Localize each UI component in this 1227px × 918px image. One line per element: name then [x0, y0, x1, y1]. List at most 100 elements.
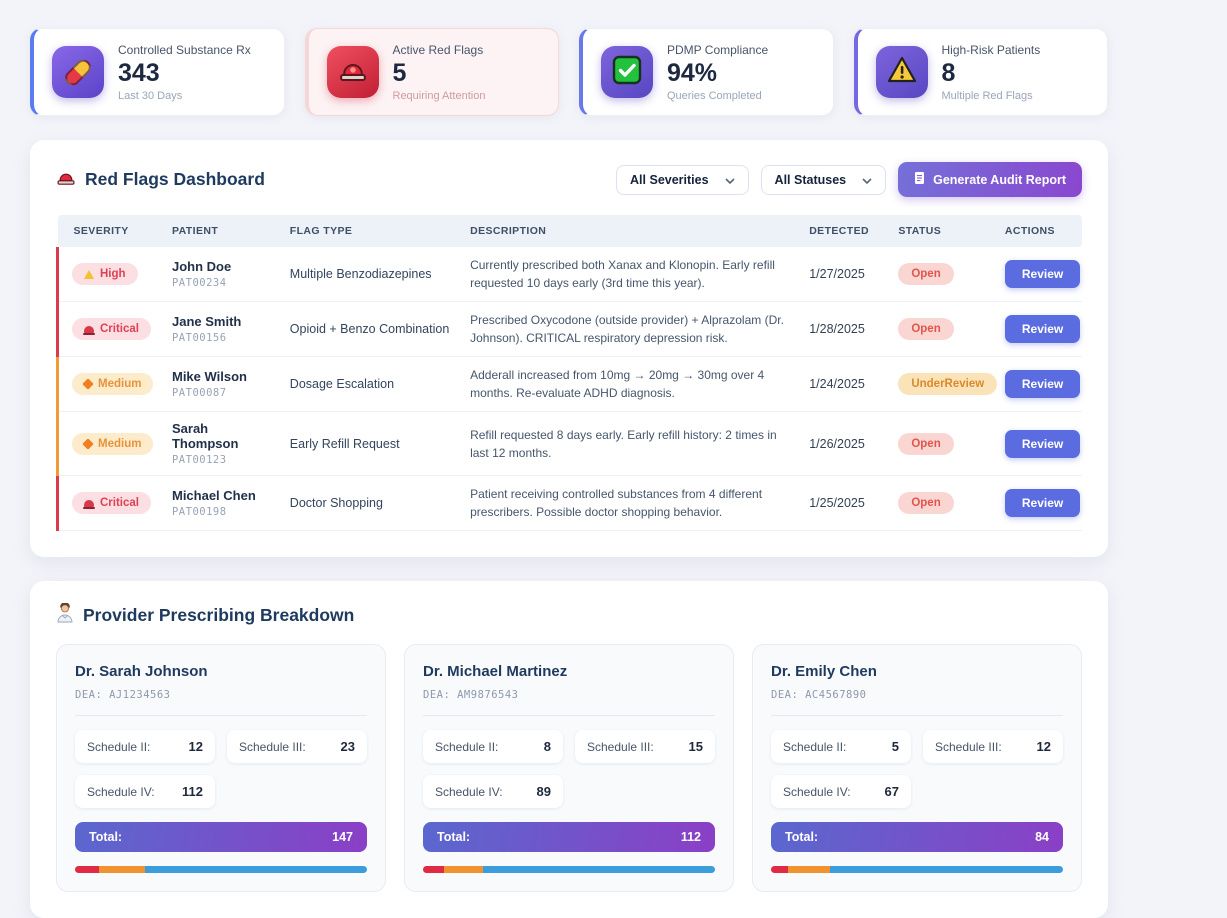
review-button[interactable]: Review — [1005, 489, 1080, 517]
schedule-ii-label: Schedule II: — [87, 740, 150, 754]
detected-date: 1/24/2025 — [799, 357, 888, 412]
patient-name: John Doe — [172, 259, 270, 274]
severity-icon — [84, 270, 94, 279]
provider-breakdown-panel: Provider Prescribing Breakdown Dr. Sarah… — [30, 581, 1108, 918]
schedule-iii-value: 12 — [1037, 739, 1051, 754]
patient-id: PAT00156 — [172, 332, 270, 344]
detected-date: 1/26/2025 — [799, 412, 888, 476]
schedule-iv-chip: Schedule IV: 89 — [423, 775, 563, 808]
review-button[interactable]: Review — [1005, 430, 1080, 458]
flag-type: Dosage Escalation — [280, 357, 460, 412]
severity-badge: Medium — [72, 373, 153, 395]
schedule-ii-label: Schedule II: — [783, 740, 846, 754]
schedule-iii-label: Schedule III: — [587, 740, 654, 754]
schedule-ii-chip: Schedule II:8 — [423, 730, 563, 763]
severity-icon — [84, 326, 94, 333]
total-label: Total: — [89, 830, 122, 844]
check-icon — [612, 55, 642, 90]
provider-cards-grid: Dr. Sarah Johnson DEA: AJ1234563 Schedul… — [56, 644, 1082, 892]
total-value: 84 — [1035, 830, 1049, 844]
total-label: Total: — [437, 830, 470, 844]
column-header-status: STATUS — [888, 215, 995, 247]
patient-id: PAT00198 — [172, 506, 270, 518]
detected-date: 1/28/2025 — [799, 302, 888, 357]
schedule-iv-value: 89 — [537, 784, 551, 799]
detected-date: 1/25/2025 — [799, 476, 888, 531]
schedule-distribution-bar — [423, 866, 715, 873]
divider — [771, 715, 1063, 716]
panel-title-text: Red Flags Dashboard — [85, 169, 265, 190]
stat-card: PDMP Compliance 94% Queries Completed — [579, 28, 834, 116]
stat-value: 343 — [118, 59, 251, 88]
schedule-ii-value: 12 — [189, 739, 203, 754]
stat-label: High-Risk Patients — [942, 43, 1041, 57]
generate-audit-report-button[interactable]: Generate Audit Report — [898, 162, 1082, 197]
patient-name: Jane Smith — [172, 314, 270, 329]
schedule-iii-segment — [788, 866, 830, 873]
red-flags-title: Red Flags Dashboard — [56, 169, 265, 191]
schedule-iv-chip: Schedule IV:112 — [75, 775, 215, 808]
status-filter-value: All Statuses — [775, 173, 847, 187]
stat-card: High-Risk Patients 8 Multiple Red Flags — [854, 28, 1109, 116]
siren-icon — [338, 57, 368, 88]
divider — [423, 715, 715, 716]
severity-filter-value: All Severities — [630, 173, 709, 187]
stat-label: Controlled Substance Rx — [118, 43, 251, 57]
schedule-iii-chip: Schedule III:23 — [227, 730, 367, 763]
total-value: 112 — [681, 830, 701, 844]
stat-card: Controlled Substance Rx 343 Last 30 Days — [30, 28, 285, 116]
review-button[interactable]: Review — [1005, 315, 1080, 343]
red-flags-table-body: High John Doe PAT00234 Multiple Benzodia… — [58, 247, 1083, 531]
provider-dea: DEA: AC4567890 — [771, 689, 1063, 701]
schedule-iii-label: Schedule III: — [935, 740, 1002, 754]
column-header-patient: PATIENT — [162, 215, 280, 247]
review-button[interactable]: Review — [1005, 370, 1080, 398]
detected-date: 1/27/2025 — [799, 247, 888, 302]
flag-description: Adderall increased from 10mg → 20mg → 30… — [460, 357, 799, 412]
status-badge: Open — [898, 492, 953, 514]
schedule-iii-label: Schedule III: — [239, 740, 306, 754]
panel-title-text: Provider Prescribing Breakdown — [83, 605, 354, 626]
flag-description: Currently prescribed both Xanax and Klon… — [460, 247, 799, 302]
schedule-ii-value: 5 — [892, 739, 899, 754]
siren-icon — [56, 169, 76, 191]
total-label: Total: — [785, 830, 818, 844]
chevron-down-icon — [862, 173, 872, 187]
status-filter-select[interactable]: All Statuses — [761, 165, 887, 195]
column-header-actions: ACTIONS — [995, 215, 1082, 247]
flag-type: Opioid + Benzo Combination — [280, 302, 460, 357]
red-flags-panel: Red Flags Dashboard All Severities All S… — [30, 140, 1108, 557]
column-header-severity: SEVERITY — [58, 215, 162, 247]
schedule-distribution-bar — [771, 866, 1063, 873]
severity-filter-select[interactable]: All Severities — [616, 165, 749, 195]
patient-name: Michael Chen — [172, 488, 270, 503]
schedule-iv-label: Schedule IV: — [435, 785, 503, 799]
schedule-ii-chip: Schedule II: 12 — [75, 730, 215, 763]
severity-badge: High — [72, 263, 138, 285]
provider-dea: DEA: AJ1234563 — [75, 689, 367, 701]
severity-icon — [82, 378, 93, 389]
provider-card: Dr. Sarah Johnson DEA: AJ1234563 Schedul… — [56, 644, 386, 892]
schedule-iv-segment — [145, 866, 367, 873]
provider-name: Dr. Sarah Johnson — [75, 663, 367, 680]
status-badge: Open — [898, 318, 953, 340]
stat-subtitle: Requiring Attention — [393, 90, 486, 102]
schedule-iii-segment — [444, 866, 483, 873]
schedule-ii-segment — [771, 866, 788, 873]
provider-card: Dr. Emily Chen DEA: AC4567890 Schedule I… — [752, 644, 1082, 892]
stat-value: 8 — [942, 59, 1041, 88]
stat-value: 5 — [393, 59, 486, 88]
provider-dea: DEA: AM9876543 — [423, 689, 715, 701]
stat-value: 94% — [667, 59, 768, 88]
schedule-iii-chip: Schedule III:15 — [575, 730, 715, 763]
table-row: Critical Michael Chen PAT00198 Doctor Sh… — [58, 476, 1083, 531]
table-row: Medium Sarah Thompson PAT00123 Early Ref… — [58, 412, 1083, 476]
schedule-iv-label: Schedule IV: — [87, 785, 155, 799]
stat-subtitle: Queries Completed — [667, 90, 768, 102]
patient-name: Mike Wilson — [172, 369, 270, 384]
page-content: Controlled Substance Rx 343 Last 30 Days… — [30, 28, 1108, 918]
provider-total-bar: Total: 147 — [75, 822, 367, 852]
status-badge: Open — [898, 263, 953, 285]
patient-name: Sarah Thompson — [172, 421, 270, 451]
review-button[interactable]: Review — [1005, 260, 1080, 288]
